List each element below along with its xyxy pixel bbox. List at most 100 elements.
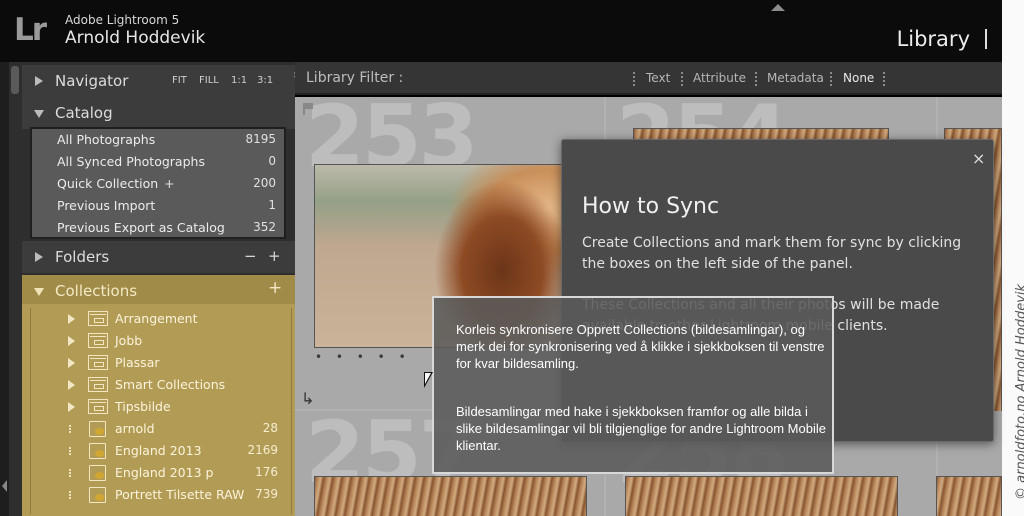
collection-england-2013-p[interactable]: England 2013 p 176: [31, 462, 293, 484]
catalog-item-all-synced[interactable]: All Synced Photographs 0: [32, 151, 284, 173]
collection-label: Portrett Tilsette RAW: [115, 487, 245, 502]
catalog-item-label: All Synced Photographs: [57, 154, 205, 169]
catalog-item-count: 352: [253, 220, 276, 234]
catalog-item-label: Previous Import: [57, 198, 156, 213]
collection-icon: [89, 487, 106, 503]
filter-separator: [830, 72, 832, 86]
expand-triangle-icon[interactable]: [68, 336, 75, 346]
dialog-title: How to Sync: [582, 194, 720, 219]
collection-set-arrangement[interactable]: Arrangement: [31, 308, 293, 330]
quick-collection-plus: +: [164, 176, 175, 191]
catalog-list: All Photographs 8195 All Synced Photogra…: [30, 127, 286, 239]
zoom-1-1[interactable]: 1:1: [231, 75, 247, 86]
add-collection-button[interactable]: +: [268, 278, 282, 298]
sync-toggle-icon[interactable]: [69, 425, 74, 433]
expand-triangle-icon[interactable]: [68, 380, 75, 390]
collection-set-tipsbilde[interactable]: Tipsbilde: [31, 396, 293, 418]
filter-separator: [883, 72, 885, 86]
collection-set-label: Arrangement: [115, 311, 198, 326]
collapsed-triangle-icon[interactable]: [35, 252, 43, 262]
photo-thumbnail[interactable]: [936, 476, 1002, 516]
collections-list: Arrangement Jobb Plassar Smart Collectio…: [30, 308, 292, 514]
collapsed-triangle-icon[interactable]: [35, 76, 43, 86]
filter-attribute[interactable]: Attribute: [693, 71, 746, 85]
sync-toggle-icon[interactable]: [69, 469, 74, 477]
filter-separator: [755, 72, 757, 86]
collection-set-icon: [88, 377, 108, 392]
product-name: Adobe Lightroom 5: [65, 13, 180, 27]
catalog-item-count: 8195: [245, 132, 276, 146]
identity-plate: Lr Adobe Lightroom 5 Arnold Hoddevik Lib…: [0, 0, 1002, 62]
library-filter-label: Library Filter :: [306, 70, 404, 86]
collection-count: 739: [255, 487, 278, 501]
collection-portrett-tilsette-raw[interactable]: Portrett Tilsette RAW 739: [31, 484, 293, 506]
catalog-item-label: Quick Collection +: [57, 176, 175, 191]
photo-thumbnail[interactable]: [314, 476, 587, 516]
translation-text: Korleis synkronisere Opprett Collections…: [456, 322, 825, 371]
catalog-item-all-photographs[interactable]: All Photographs 8195: [32, 129, 284, 151]
expand-triangle-icon[interactable]: [68, 314, 75, 324]
expand-left-panel-icon[interactable]: [2, 480, 7, 492]
filter-metadata[interactable]: Metadata: [767, 71, 824, 85]
user-name: Arnold Hoddevik: [65, 28, 206, 48]
quick-collection-label: Quick Collection: [57, 176, 159, 191]
collection-set-icon: [88, 311, 108, 326]
panel-scrollbar[interactable]: [11, 66, 19, 94]
collection-arnold[interactable]: arnold 28: [31, 418, 293, 440]
collection-icon: [89, 421, 106, 437]
collapse-top-panel-icon[interactable]: [771, 4, 785, 11]
collection-set-smart-collections[interactable]: Smart Collections: [31, 374, 293, 396]
collections-header[interactable]: Collections +: [22, 275, 295, 307]
navigator-header[interactable]: Navigator FIT FILL 1:1 3:1 ⇕: [22, 65, 300, 97]
catalog-item-previous-import[interactable]: Previous Import 1: [32, 195, 284, 217]
expanded-triangle-icon[interactable]: [34, 288, 44, 296]
collection-label: England 2013 p: [115, 465, 214, 480]
zoom-3-1[interactable]: 3:1: [257, 75, 273, 86]
collection-set-icon: [88, 399, 108, 414]
filter-none[interactable]: None: [843, 71, 874, 85]
collection-set-label: Plassar: [115, 355, 160, 370]
left-panel: Navigator FIT FILL 1:1 3:1 ⇕ Catalog All…: [9, 62, 300, 516]
catalog-header[interactable]: Catalog: [22, 97, 295, 129]
filter-text[interactable]: Text: [646, 71, 670, 85]
collection-set-jobb[interactable]: Jobb: [31, 330, 293, 352]
expand-triangle-icon[interactable]: [68, 402, 75, 412]
catalog-item-previous-export[interactable]: Previous Export as Catalog 352: [32, 217, 284, 239]
dialog-text: Create Collections and mark them for syn…: [582, 235, 962, 272]
flag-icon[interactable]: [303, 103, 313, 115]
close-icon[interactable]: ×: [972, 149, 985, 168]
catalog-item-label: Previous Export as Catalog: [57, 220, 225, 235]
collection-label: England 2013: [115, 443, 202, 458]
collection-set-plassar[interactable]: Plassar: [31, 352, 293, 374]
add-folder-button[interactable]: +: [268, 247, 281, 265]
remove-folder-button[interactable]: −: [244, 247, 257, 265]
photo-thumbnail[interactable]: [625, 476, 898, 516]
collection-set-label: Tipsbilde: [115, 399, 171, 414]
folders-header[interactable]: Folders − +: [22, 241, 295, 273]
rating-dots[interactable]: • • • • •: [315, 350, 411, 364]
filter-separator: [681, 72, 683, 86]
sync-toggle-icon[interactable]: [69, 447, 74, 455]
translation-text: Bildesamlingar med hake i sjekkboksen fr…: [456, 404, 826, 453]
collection-set-icon: [88, 333, 108, 348]
collection-set-label: Smart Collections: [115, 377, 226, 392]
collection-england-2013[interactable]: England 2013 2169: [31, 440, 293, 462]
catalog-item-label: All Photographs: [57, 132, 156, 147]
collection-icon: [89, 465, 106, 481]
watermark-text: © arnoldfoto.no Arnold Hoddevik: [1014, 283, 1024, 500]
sync-toggle-icon[interactable]: [69, 491, 74, 499]
zoom-fill[interactable]: FILL: [199, 75, 219, 86]
mouse-pointer-icon: [424, 372, 433, 388]
catalog-item-quick-collection[interactable]: Quick Collection + 200: [32, 173, 284, 195]
catalog-item-count: 1: [268, 198, 276, 212]
module-separator: [985, 29, 987, 49]
expand-triangle-icon[interactable]: [68, 358, 75, 368]
expanded-triangle-icon[interactable]: [34, 110, 44, 118]
collection-icon: [89, 443, 106, 459]
catalog-item-count: 0: [268, 154, 276, 168]
collection-count: 2169: [247, 443, 278, 457]
folders-title: Folders: [55, 248, 110, 266]
navigator-title: Navigator: [55, 72, 129, 90]
zoom-fit[interactable]: FIT: [172, 75, 187, 86]
module-library[interactable]: Library: [897, 27, 970, 51]
